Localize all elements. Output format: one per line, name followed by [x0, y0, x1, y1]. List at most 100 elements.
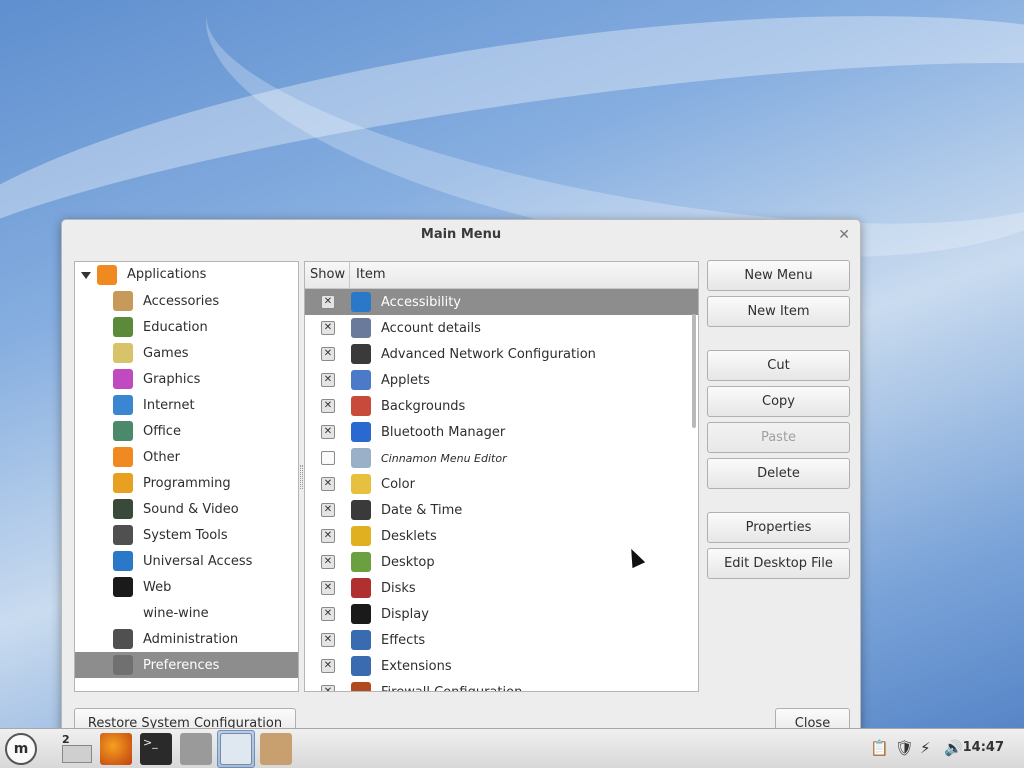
- list-row-label: Color: [381, 476, 415, 492]
- show-checkbox[interactable]: ✕: [321, 633, 335, 647]
- tree-item-preferences[interactable]: Preferences: [75, 652, 298, 678]
- show-checkbox[interactable]: ✕: [321, 659, 335, 673]
- extensions-icon: [351, 656, 371, 676]
- tree-item-label: Web: [143, 579, 172, 595]
- edit-desktop-file-button[interactable]: Edit Desktop File: [707, 548, 850, 579]
- list-row[interactable]: ✕ Account details: [305, 315, 698, 341]
- package-icon[interactable]: [260, 733, 292, 765]
- tree-item-label: Office: [143, 423, 181, 439]
- show-checkbox[interactable]: ✕: [321, 581, 335, 595]
- show-checkbox[interactable]: ✕: [321, 347, 335, 361]
- tree-item-label: Universal Access: [143, 553, 253, 569]
- list-row[interactable]: Cinnamon Menu Editor: [305, 445, 698, 471]
- tree-item-accessories[interactable]: Accessories: [75, 288, 298, 314]
- programming-icon: [113, 473, 133, 493]
- show-checkbox[interactable]: ✕: [321, 295, 335, 309]
- tree-root-applications[interactable]: Applications: [75, 262, 298, 288]
- expand-triangle-icon[interactable]: [81, 271, 91, 279]
- shield-icon[interactable]: 🛡: [895, 739, 914, 757]
- network-icon[interactable]: ⚡: [920, 739, 931, 757]
- list-row-label: Backgrounds: [381, 398, 466, 414]
- copy-button[interactable]: Copy: [707, 386, 850, 417]
- tree-item-other[interactable]: Other: [75, 444, 298, 470]
- delete-button[interactable]: Delete: [707, 458, 850, 489]
- mint-menu-icon[interactable]: m: [5, 733, 37, 765]
- show-checkbox[interactable]: ✕: [321, 399, 335, 413]
- properties-button[interactable]: Properties: [707, 512, 850, 543]
- show-checkbox[interactable]: ✕: [321, 477, 335, 491]
- list-row[interactable]: ✕ Backgrounds: [305, 393, 698, 419]
- show-checkbox[interactable]: ✕: [321, 555, 335, 569]
- list-row-label: Advanced Network Configuration: [381, 346, 596, 362]
- show-checkbox[interactable]: [321, 451, 335, 465]
- main-menu-window: Main Menu ✕ Applications Accessories Educ…: [61, 219, 861, 768]
- new-menu-button[interactable]: New Menu: [707, 260, 850, 291]
- firefox-icon[interactable]: [100, 733, 132, 765]
- list-row[interactable]: ✕ Advanced Network Configuration: [305, 341, 698, 367]
- column-header-show[interactable]: Show: [305, 262, 350, 288]
- backgrounds-icon: [351, 396, 371, 416]
- list-row-label: Applets: [381, 372, 430, 388]
- list-row[interactable]: ✕ Accessibility: [305, 289, 698, 315]
- tree-root-label: Applications: [127, 267, 207, 282]
- tree-item-internet[interactable]: Internet: [75, 392, 298, 418]
- clipboard-icon[interactable]: 📋: [870, 739, 889, 757]
- workspace-switcher[interactable]: 2: [60, 733, 94, 765]
- tree-item-label: Other: [143, 449, 180, 465]
- volume-icon[interactable]: 🔊: [944, 739, 963, 757]
- list-scrollbar[interactable]: [692, 314, 696, 428]
- show-checkbox[interactable]: ✕: [321, 425, 335, 439]
- tree-item-label: Preferences: [143, 657, 220, 673]
- accessories-icon: [113, 291, 133, 311]
- menu-editor-icon[interactable]: [220, 733, 252, 765]
- terminal-icon[interactable]: >_: [140, 733, 172, 765]
- new-item-button[interactable]: New Item: [707, 296, 850, 327]
- tree-item-graphics[interactable]: Graphics: [75, 366, 298, 392]
- pane-splitter[interactable]: [300, 465, 303, 489]
- window-titlebar[interactable]: Main Menu ✕: [62, 220, 860, 250]
- list-row[interactable]: ✕ Firewall Configuration: [305, 679, 698, 692]
- list-row[interactable]: ✕ Desklets: [305, 523, 698, 549]
- paste-button[interactable]: Paste: [707, 422, 850, 453]
- tree-item-programming[interactable]: Programming: [75, 470, 298, 496]
- list-row[interactable]: ✕ Applets: [305, 367, 698, 393]
- tree-item-system-tools[interactable]: System Tools: [75, 522, 298, 548]
- list-row[interactable]: ✕ Color: [305, 471, 698, 497]
- tree-item-wine-wine[interactable]: wine-wine: [75, 600, 298, 626]
- column-header-item[interactable]: Item: [350, 262, 698, 288]
- tree-item-label: Sound & Video: [143, 501, 239, 517]
- list-row[interactable]: ✕ Bluetooth Manager: [305, 419, 698, 445]
- list-row[interactable]: ✕ Effects: [305, 627, 698, 653]
- tree-item-games[interactable]: Games: [75, 340, 298, 366]
- tree-item-administration[interactable]: Administration: [75, 626, 298, 652]
- menu-editor-icon: [351, 448, 371, 468]
- show-checkbox[interactable]: ✕: [321, 529, 335, 543]
- list-row[interactable]: ✕ Date & Time: [305, 497, 698, 523]
- close-icon[interactable]: ✕: [838, 220, 850, 250]
- games-icon: [113, 343, 133, 363]
- list-row-label: Cinnamon Menu Editor: [381, 451, 507, 465]
- applications-icon: [97, 265, 117, 285]
- list-row[interactable]: ✕ Disks: [305, 575, 698, 601]
- disks-icon: [351, 578, 371, 598]
- list-row-label: Firewall Configuration: [381, 684, 523, 692]
- tree-item-universal-access[interactable]: Universal Access: [75, 548, 298, 574]
- tree-item-office[interactable]: Office: [75, 418, 298, 444]
- clock[interactable]: 14:47: [963, 740, 1004, 755]
- tree-item-label: wine-wine: [143, 605, 209, 621]
- show-checkbox[interactable]: ✕: [321, 321, 335, 335]
- color-icon: [351, 474, 371, 494]
- tree-item-sound-video[interactable]: Sound & Video: [75, 496, 298, 522]
- list-row[interactable]: ✕ Display: [305, 601, 698, 627]
- tree-item-education[interactable]: Education: [75, 314, 298, 340]
- tree-item-label: Games: [143, 345, 189, 361]
- show-checkbox[interactable]: ✕: [321, 685, 335, 691]
- mixer-icon[interactable]: [180, 733, 212, 765]
- display-icon: [351, 604, 371, 624]
- tree-item-web[interactable]: Web: [75, 574, 298, 600]
- show-checkbox[interactable]: ✕: [321, 607, 335, 621]
- show-checkbox[interactable]: ✕: [321, 373, 335, 387]
- list-row[interactable]: ✕ Extensions: [305, 653, 698, 679]
- show-checkbox[interactable]: ✕: [321, 503, 335, 517]
- cut-button[interactable]: Cut: [707, 350, 850, 381]
